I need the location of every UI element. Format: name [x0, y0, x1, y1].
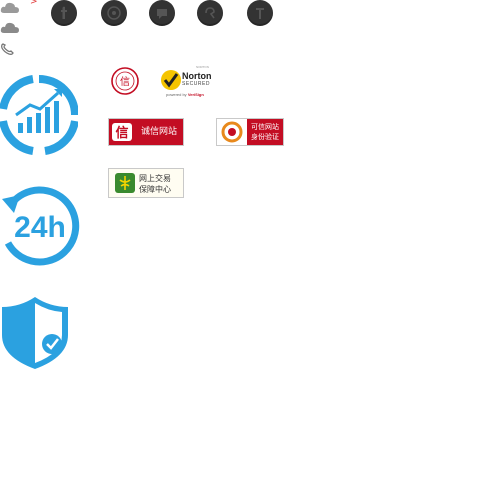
norton-top-text: NORTON: [196, 65, 209, 69]
powered-by-text: powered by: [166, 92, 187, 97]
cloud-icon: [0, 20, 20, 34]
arrow-indicator: >: [30, 0, 38, 7]
social-icon-1[interactable]: [51, 0, 77, 26]
online-trade-logo-icon: [115, 173, 135, 193]
social-icon-5[interactable]: [247, 0, 273, 26]
credibility-site-label: 诚信网站: [135, 119, 183, 145]
svg-text:信: 信: [120, 76, 130, 88]
growth-chart-icon: [0, 75, 79, 159]
norton-secured-badge[interactable]: NORTON Norton SECURED powered by VeriSig…: [160, 65, 222, 99]
24h-service-icon: 24h: [0, 185, 80, 271]
shield-check-icon: [0, 295, 72, 375]
trusted-site-line1: 可信网站: [251, 123, 279, 131]
xin-logo-icon: 信: [109, 119, 135, 145]
check-icon: [161, 70, 181, 90]
online-trade-line2: 保障中心: [139, 185, 171, 194]
norton-powered-text: powered by VeriSign: [166, 92, 204, 97]
online-trade-line1: 网上交易: [139, 174, 171, 183]
online-trade-label: 网上交易 保障中心: [139, 173, 183, 195]
social-icon-2[interactable]: [101, 0, 127, 26]
phone-icon: [0, 41, 20, 55]
trust-seal-icon[interactable]: 信: [108, 66, 142, 96]
norton-secured-text: SECURED: [182, 81, 210, 87]
norton-brand: Norton: [182, 71, 212, 81]
social-icon-3[interactable]: [149, 0, 175, 26]
social-icon-4[interactable]: [197, 0, 223, 26]
trusted-site-badge[interactable]: 可信网站 身份验证: [216, 118, 284, 146]
24h-label: 24h: [14, 211, 66, 244]
trusted-site-logo-icon: [217, 119, 247, 145]
cloud-icon: [0, 0, 20, 14]
svg-text:信: 信: [115, 125, 128, 141]
credibility-site-badge[interactable]: 信 诚信网站: [108, 118, 184, 146]
trusted-site-label: 可信网站 身份验证: [247, 119, 283, 145]
verisign-text: VeriSign: [187, 92, 204, 97]
online-trade-badge[interactable]: 网上交易 保障中心: [108, 168, 184, 198]
trusted-site-line2: 身份验证: [251, 133, 279, 141]
